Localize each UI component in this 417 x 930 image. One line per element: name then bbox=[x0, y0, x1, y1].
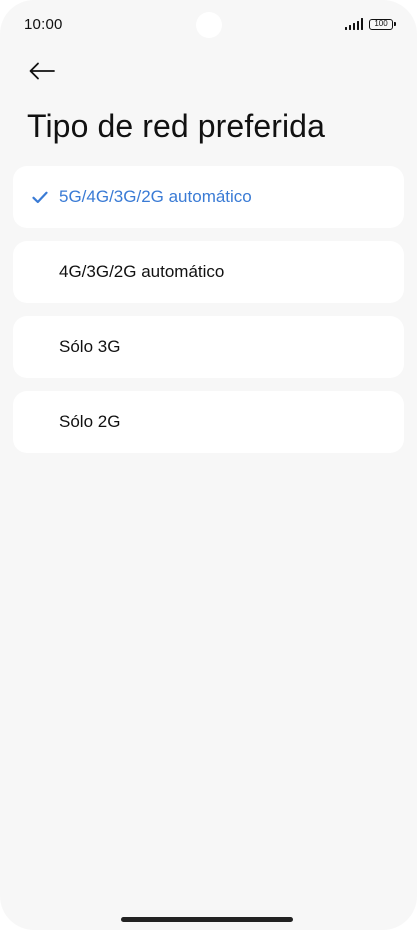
page-title: Tipo de red preferida bbox=[27, 108, 325, 144]
option-3g-only[interactable]: Sólo 3G bbox=[13, 316, 404, 378]
home-indicator[interactable] bbox=[121, 917, 293, 922]
checkmark-icon bbox=[31, 188, 49, 206]
option-label: 5G/4G/3G/2G automático bbox=[59, 187, 252, 206]
option-4g-3g-2g-auto[interactable]: 4G/3G/2G automático bbox=[13, 241, 404, 303]
option-5g-4g-3g-2g-auto[interactable]: 5G/4G/3G/2G automático bbox=[13, 166, 404, 228]
signal-icon bbox=[344, 18, 363, 30]
network-type-list: 5G/4G/3G/2G automático 4G/3G/2G automáti… bbox=[13, 166, 404, 466]
screen: 10:00 100 Tipo de red preferida 5G/4G/3G… bbox=[0, 0, 417, 930]
status-time: 10:00 bbox=[24, 16, 63, 33]
arrow-left-icon bbox=[29, 62, 55, 80]
option-label: 4G/3G/2G automático bbox=[59, 262, 225, 281]
status-icons: 100 bbox=[344, 18, 396, 30]
camera-cutout bbox=[196, 12, 222, 38]
option-2g-only[interactable]: Sólo 2G bbox=[13, 391, 404, 453]
back-button[interactable] bbox=[26, 56, 58, 86]
option-label: Sólo 3G bbox=[59, 337, 121, 356]
battery-level: 100 bbox=[374, 19, 388, 28]
option-label: Sólo 2G bbox=[59, 412, 121, 431]
battery-icon: 100 bbox=[369, 18, 396, 30]
status-bar: 10:00 100 bbox=[0, 0, 417, 50]
